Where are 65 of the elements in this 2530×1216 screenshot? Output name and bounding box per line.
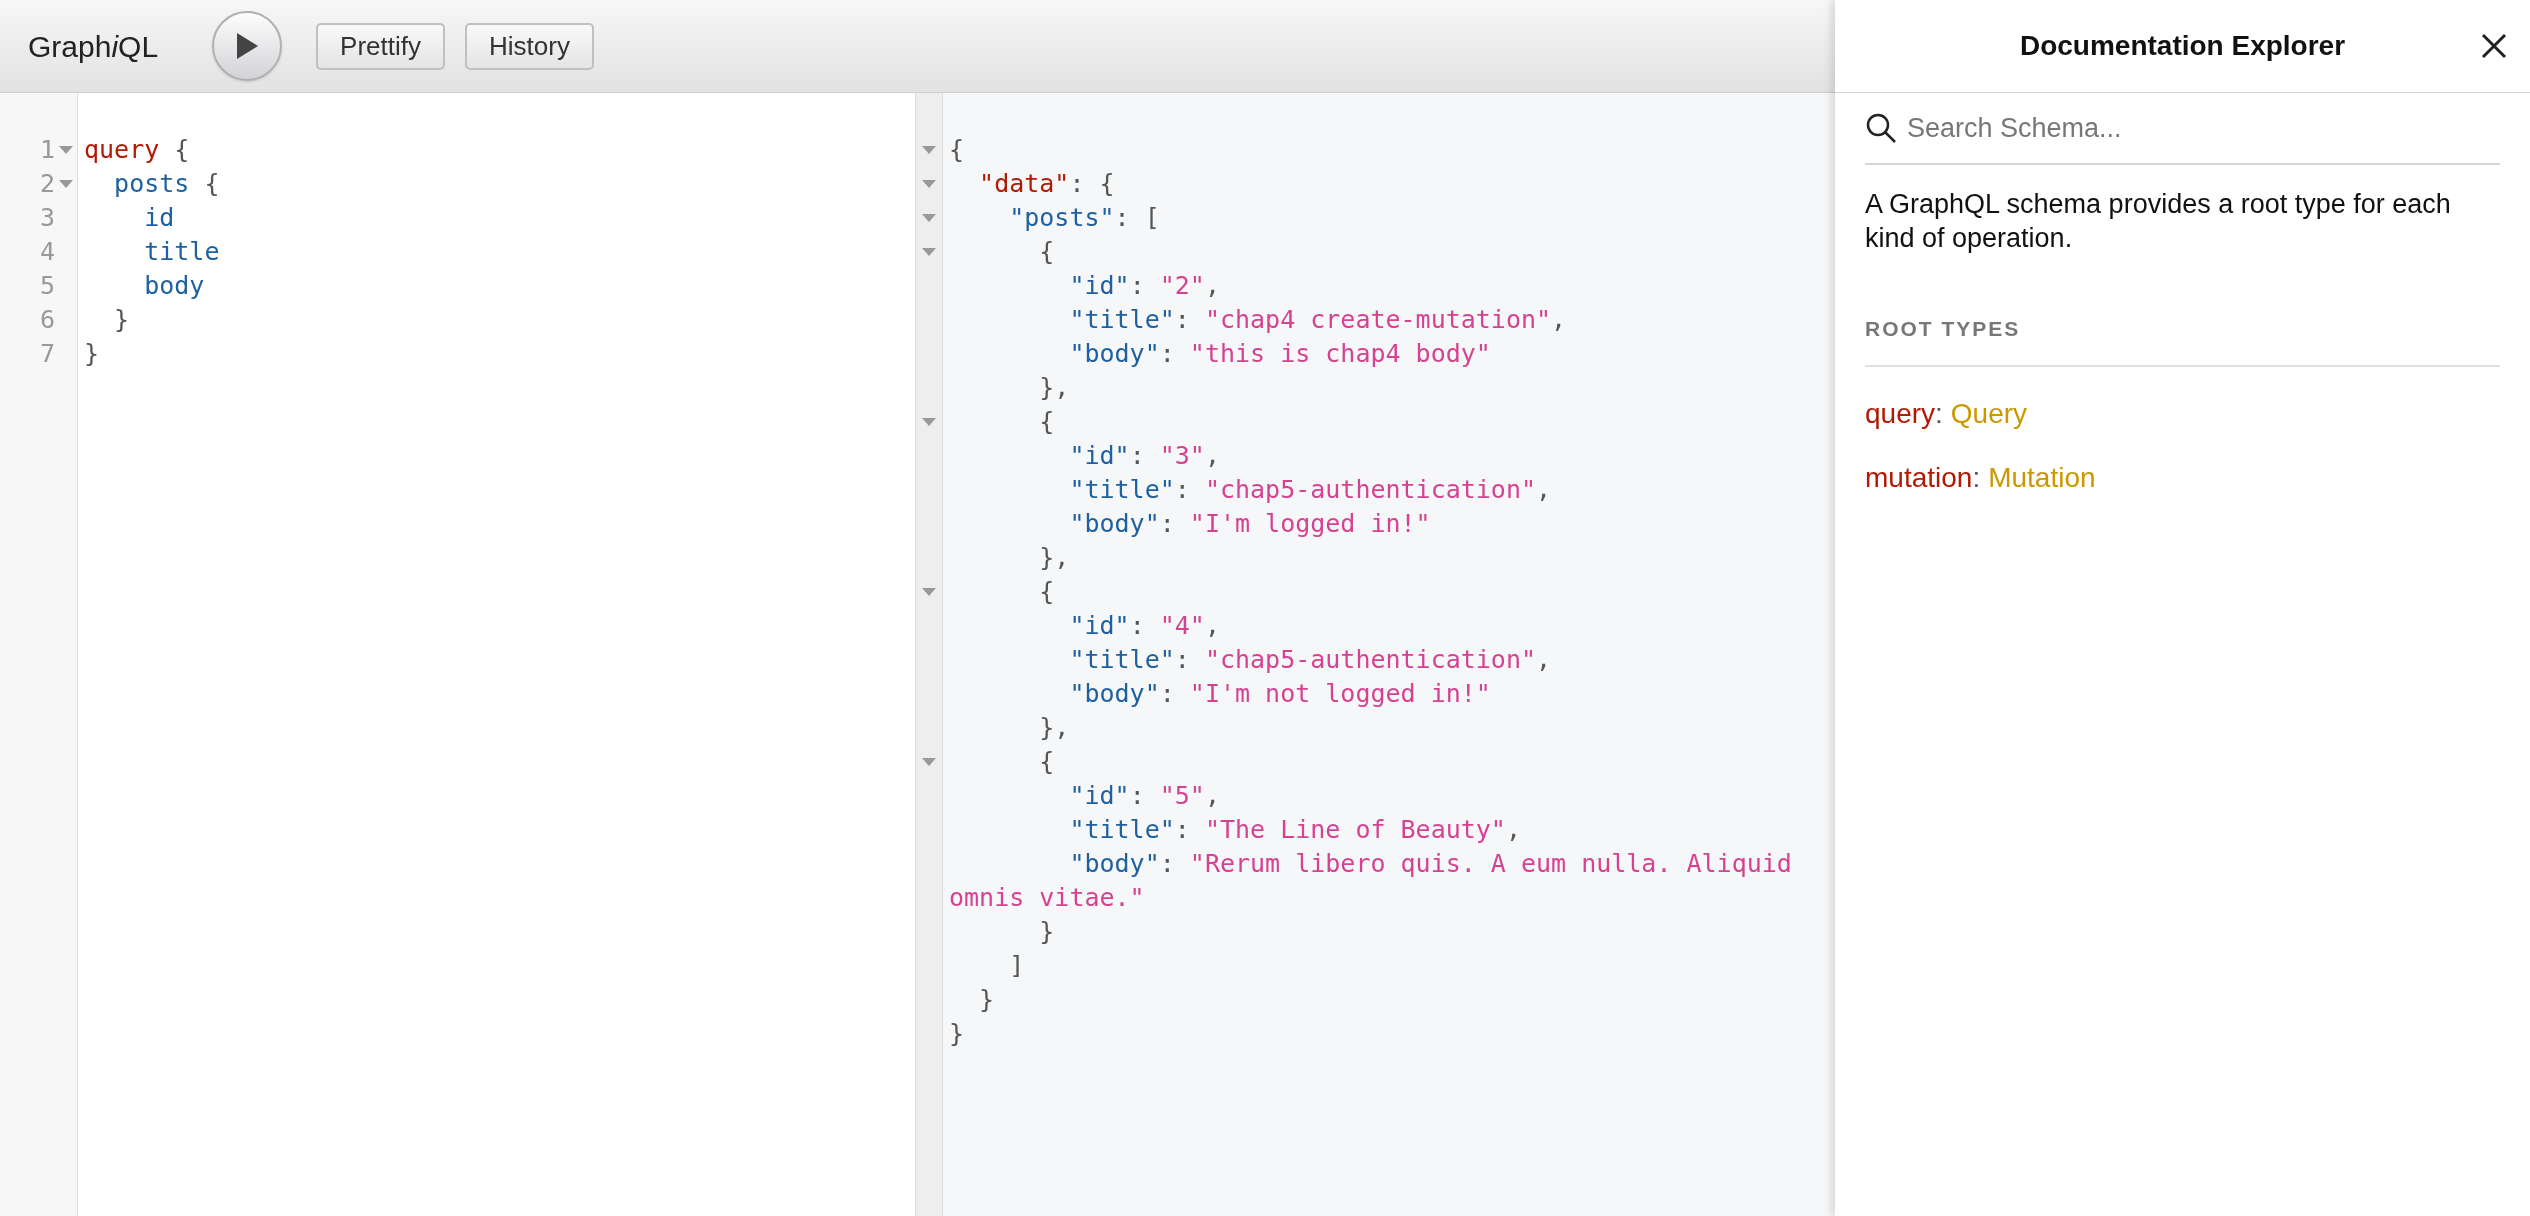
line-number: 7	[39, 338, 55, 371]
code-line: "id": "5",	[1068, 780, 1221, 812]
code-line: "body": "I'm not logged in!"	[1068, 678, 1492, 710]
separator-text: :	[1935, 396, 1943, 431]
code-line: }	[1038, 916, 1056, 948]
fold-arrow-icon[interactable]	[922, 146, 936, 155]
code-line: },	[1038, 372, 1071, 404]
fold-arrow-icon[interactable]	[922, 588, 936, 597]
code-line: {	[1038, 746, 1056, 778]
code-line: "body": "this is chap4 body"	[1068, 338, 1492, 370]
line-number: 3	[39, 202, 55, 235]
fold-arrow-icon[interactable]	[59, 145, 73, 155]
code-line: {	[1038, 576, 1056, 608]
app-logo-text: i	[111, 28, 119, 65]
code-line: "posts": [	[1008, 202, 1161, 234]
code-line: {	[1038, 406, 1056, 438]
code-line: body	[143, 270, 206, 302]
code-line: "id": "2",	[1068, 270, 1221, 302]
line-number: 4	[39, 236, 55, 269]
fold-arrow-icon[interactable]	[922, 180, 936, 189]
code-line: "id": "3",	[1068, 440, 1221, 472]
separator-text: :	[1972, 460, 1981, 495]
fold-arrow-icon[interactable]	[922, 248, 936, 257]
code-line: "title": "chap4 create-mutation",	[1068, 304, 1568, 336]
fold-arrow-icon[interactable]	[922, 214, 936, 223]
code-line: "body": "I'm logged in!"	[1068, 508, 1432, 540]
panel-title: Documentation Explorer	[2019, 29, 2346, 63]
search-icon	[1865, 112, 1897, 144]
code-line: "id": "4",	[1068, 610, 1221, 642]
fold-arrow-icon[interactable]	[922, 758, 936, 767]
code-line: }	[84, 338, 101, 370]
fold-arrow-icon[interactable]	[59, 179, 73, 189]
code-line: query {	[84, 134, 191, 166]
section-heading: ROOT TYPES	[1865, 313, 2500, 367]
code-line: }	[978, 984, 996, 1016]
app-logo-text: Graph	[28, 28, 112, 65]
line-number: 2	[39, 168, 55, 201]
description-text: A GraphQL schema provides a root type for each kind of operation.	[1865, 188, 2452, 255]
app-logo-text: QL	[118, 28, 159, 65]
code-line: }	[113, 304, 131, 336]
line-number: 1	[39, 134, 55, 167]
code-line: posts {	[113, 168, 221, 200]
close-icon	[2480, 32, 2508, 60]
field-link[interactable]: mutation	[1865, 456, 1973, 499]
toolbar-button[interactable]: Prettify	[316, 22, 445, 70]
code-line: id	[143, 202, 176, 234]
code-line: "data": {	[978, 168, 1116, 200]
play-icon	[235, 32, 260, 60]
code-line: "title": "chap5-authentication",	[1068, 644, 1553, 676]
code-line: title	[143, 236, 221, 268]
fold-arrow-icon[interactable]	[922, 418, 936, 427]
line-number: 5	[39, 270, 55, 303]
code-line: },	[1038, 712, 1071, 744]
code-line: "title": "The Line of Beauty",	[1068, 814, 1522, 846]
code-line: ]	[1008, 950, 1026, 982]
toolbar-button[interactable]: History	[465, 22, 594, 70]
code-line: },	[1038, 542, 1071, 574]
code-line: {	[948, 134, 966, 166]
field-link[interactable]: query	[1865, 392, 1936, 435]
code-line: "title": "chap5-authentication",	[1068, 474, 1553, 506]
code-line: "body": "Rerum libero quis. A eum nulla. Aliquid omnis vitae."	[948, 848, 1793, 914]
code-line: }	[948, 1018, 966, 1050]
search-field[interactable]: Search Schema...	[1907, 107, 2500, 149]
line-number: 6	[39, 304, 55, 337]
code-line: {	[1038, 236, 1056, 268]
